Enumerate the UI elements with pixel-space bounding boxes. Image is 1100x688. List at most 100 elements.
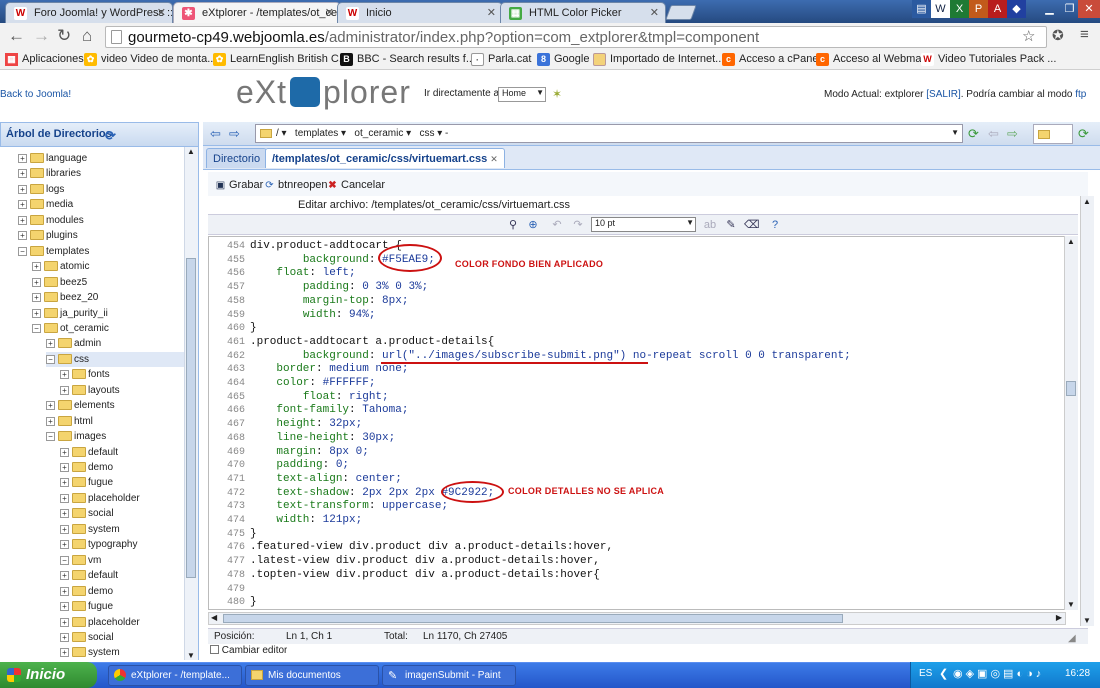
tree-node[interactable]: + default [60, 445, 184, 460]
expand-icon[interactable]: + [18, 215, 27, 225]
scroll-down-icon[interactable]: ▼ [1083, 616, 1091, 625]
goto-line-icon[interactable]: ⊕ [526, 218, 540, 232]
expand-icon[interactable]: + [60, 524, 69, 534]
tree-node[interactable]: + libraries [18, 166, 184, 181]
code-line[interactable]: } [250, 528, 257, 540]
expand-icon[interactable]: + [60, 509, 69, 519]
task-paint[interactable]: ✎ imagenSubmit - Paint [382, 665, 516, 686]
address-bar[interactable]: gourmeto-cp49.webjoomla.es/administrator… [105, 26, 1047, 48]
task-extplorer[interactable]: eXtplorer - /template... [108, 665, 242, 686]
bookmark-webmail[interactable]: c Acceso al Webmail [816, 53, 926, 66]
tray-arrow-icon[interactable]: ❮ [939, 667, 948, 680]
tree-node[interactable]: − css [46, 351, 184, 367]
tree-node[interactable]: + placeholder [60, 615, 184, 630]
ring-icon[interactable]: ✪ [1052, 27, 1064, 44]
expand-icon[interactable]: + [18, 169, 27, 179]
code-line[interactable]: float: right; [250, 391, 389, 403]
code-line[interactable]: line-height: 30px; [250, 432, 395, 444]
back-to-joomla-link[interactable]: Back to Joomla! [0, 89, 71, 100]
code-line[interactable]: padding: 0; [250, 459, 349, 471]
browser-tab-inicio[interactable]: W Inicio ✕ [337, 2, 503, 23]
expand-icon[interactable]: + [60, 602, 69, 612]
expand-icon[interactable]: + [60, 493, 69, 503]
highlight-icon[interactable]: ✎ [724, 218, 738, 232]
crumb-root[interactable]: / [276, 128, 279, 139]
tray-icons[interactable]: ◉◈▣◎▤◐◑♪ [953, 667, 1044, 680]
collapse-icon[interactable]: − [46, 432, 55, 442]
app-icon[interactable]: ◆ [1007, 0, 1026, 18]
refresh-tree-icon[interactable]: ⟳ [105, 128, 116, 144]
change-editor-checkbox[interactable] [210, 645, 219, 654]
tree-node[interactable]: + language [18, 151, 184, 166]
bookmark-google[interactable]: 8 Google [537, 53, 589, 66]
tree-node[interactable]: − ot_ceramic [32, 321, 184, 336]
tree-node[interactable]: + media [18, 197, 184, 212]
bookmark-apps[interactable]: ▦ Aplicaciones [5, 53, 84, 66]
code-line[interactable]: color: #FFFFFF; [250, 377, 375, 389]
close-window-icon[interactable]: ✕ [1078, 0, 1100, 18]
expand-icon[interactable]: + [46, 339, 55, 349]
collapse-icon[interactable]: − [60, 555, 69, 565]
bookmark-video-tutoriales[interactable]: W Video Tutoriales Pack ... [921, 53, 1056, 66]
menu-icon[interactable]: ≡ [1080, 26, 1089, 43]
code-line[interactable]: margin: 8px 0; [250, 446, 368, 458]
expand-icon[interactable]: + [60, 478, 69, 488]
resize-grip-icon[interactable]: ◢ [1068, 633, 1076, 644]
tree-node[interactable]: + social [60, 630, 184, 645]
expand-icon[interactable]: + [60, 571, 69, 581]
code-vertical-scrollbar[interactable]: ▲ ▼ [1064, 236, 1078, 610]
tree-node[interactable]: + admin [46, 336, 184, 351]
tree-node[interactable]: + elements [46, 398, 184, 413]
tree-scroll-thumb[interactable] [186, 258, 196, 578]
expand-icon[interactable]: + [60, 617, 69, 627]
expand-icon[interactable]: + [60, 385, 69, 395]
code-editor[interactable]: 454 div.product-addtocart {455 background… [208, 236, 1078, 610]
code-line[interactable]: border: medium none; [250, 363, 408, 375]
goto-select[interactable]: Home ▼ [498, 87, 546, 102]
close-icon[interactable]: ✕ [325, 6, 334, 19]
code-line[interactable]: } [250, 596, 257, 608]
code-line[interactable]: background: url("../images/subscribe-sub… [250, 350, 851, 362]
code-line[interactable]: float: left; [250, 267, 355, 279]
code-line[interactable]: width: 121px; [250, 514, 362, 526]
tree-node[interactable]: + ja_purity_ii [32, 306, 184, 321]
tree-node[interactable]: + beez5 [32, 275, 184, 290]
forward-arrow-icon[interactable]: ⇨ [1007, 126, 1018, 142]
refresh-icon[interactable]: ⟳ [968, 126, 979, 142]
code-line[interactable]: .topten-view div.product div a.product-d… [250, 569, 600, 581]
expand-icon[interactable]: + [32, 308, 41, 318]
code-line[interactable]: .product-addtocart a.product-details{ [250, 336, 494, 348]
expand-icon[interactable]: + [32, 262, 41, 272]
panel-scrollbar[interactable]: ▲ ▼ [1080, 196, 1094, 626]
tree-node[interactable]: + social [60, 506, 184, 521]
close-icon[interactable]: ✕ [157, 6, 166, 19]
tree-node[interactable]: − images [46, 429, 184, 444]
bookmark-importado[interactable]: Importado de Internet... [593, 53, 724, 66]
undo-icon[interactable]: ↶ [550, 218, 564, 232]
bookmark-video[interactable]: ✿ video Video de monta... [84, 53, 216, 66]
bookmark-cpanel[interactable]: c Acceso a cPanel [722, 53, 821, 66]
crumb-current[interactable]: - [445, 128, 448, 139]
crumb-templates[interactable]: templates [295, 128, 338, 139]
scroll-up-icon[interactable]: ▲ [1067, 237, 1075, 246]
collapse-icon[interactable]: − [18, 246, 27, 256]
code-line[interactable]: height: 32px; [250, 418, 362, 430]
scroll-thumb[interactable] [1066, 381, 1076, 396]
collapse-icon[interactable]: − [32, 323, 41, 333]
tree-node[interactable]: − vm [60, 553, 184, 568]
scroll-up-icon[interactable]: ▲ [187, 147, 195, 156]
expand-icon[interactable]: + [18, 231, 27, 241]
star-add-icon[interactable]: ✶ [552, 87, 562, 101]
reload-icon[interactable]: ↻ [57, 26, 71, 46]
task-mis-documentos[interactable]: Mis documentos [245, 665, 379, 686]
expand-icon[interactable]: + [18, 154, 27, 163]
tab-directorio[interactable]: Directorio [206, 148, 268, 168]
reopen-button[interactable]: ⟳ btnreopen [263, 179, 327, 191]
tree-node[interactable]: + system [60, 645, 184, 660]
new-tab-button[interactable] [665, 5, 697, 20]
code-horizontal-scrollbar[interactable]: ◀ ▶ [208, 612, 1066, 625]
expand-icon[interactable]: + [60, 586, 69, 596]
tree-node[interactable]: + modules [18, 213, 184, 228]
tree-node[interactable]: + plugins [18, 228, 184, 243]
code-line[interactable]: } [250, 322, 257, 334]
